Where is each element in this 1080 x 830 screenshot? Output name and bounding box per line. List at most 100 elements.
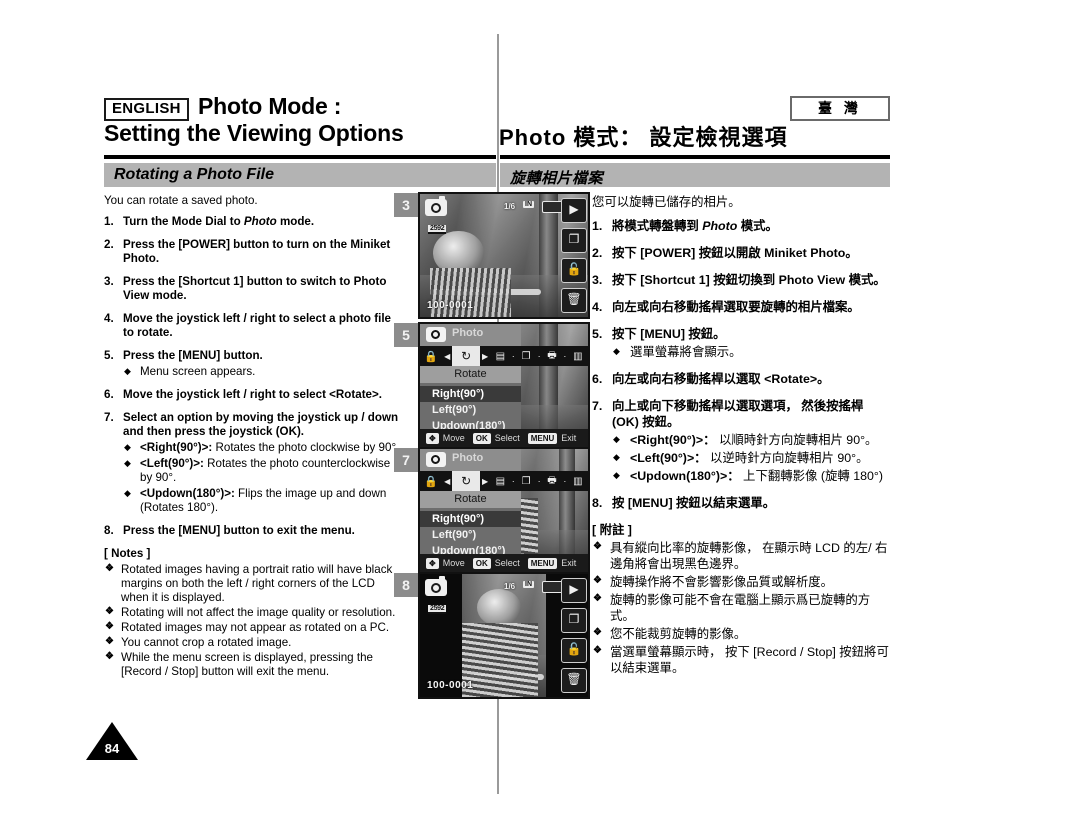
menu-title: Rotate <box>420 366 521 383</box>
note-text: 具有縱向比率的旋轉影像， 在顯示時 LCD 的左/ 右邊角將會出現黑色邊界。 <box>610 541 888 571</box>
intro-text: You can rotate a saved photo. <box>104 194 258 207</box>
delete-trash-icon[interactable]: 🗑 <box>561 668 587 693</box>
dpof-icon[interactable]: ▥ <box>568 476 588 487</box>
resolution-badge: 2592 <box>428 605 447 614</box>
file-number: 100-0001 <box>427 680 474 691</box>
diamond-bullet-icon: ◆ <box>124 488 131 498</box>
step-7: 7. 向上或向下移動搖桿以選取選項， 然後按搖桿 (OK) 按鈕。 ◆ <Right(… <box>592 398 892 484</box>
note-text: While the menu screen is displayed, pres… <box>121 651 373 678</box>
step-text: Move the joystick left / right to select… <box>123 388 382 401</box>
copy-icon[interactable]: ❐ <box>516 476 536 487</box>
camera-icon <box>425 576 447 596</box>
step-number: 2. <box>592 246 603 260</box>
chevron-right-icon[interactable]: ▶ <box>480 352 490 361</box>
photo-counter: 1/6 <box>504 582 516 591</box>
chevron-left-icon[interactable]: ◀ <box>442 477 452 486</box>
rotate-option-label: <Left(90°)>: <box>140 457 204 470</box>
step-text: Select an option by moving the joystick … <box>123 411 399 438</box>
diamond-bullet-icon: ◆ <box>613 346 620 356</box>
note-text: Rotating will not affect the image quali… <box>121 606 396 619</box>
print-icon[interactable]: 🖶 <box>542 473 562 490</box>
step-text: Press the [MENU] button. <box>123 349 263 362</box>
menu-key-hints: ✥ Move OK Select MENU Exit <box>420 554 588 572</box>
diamond-bullet-icon: ◆ <box>124 366 131 376</box>
multi-view-icon[interactable]: ❐ <box>561 608 587 633</box>
menu-option-right90[interactable]: Right(90°) <box>420 386 521 402</box>
menu-icon-row: 🔒 ◀ ↻ ▶ ▤ · ❐ · 🖶 · ▥ <box>420 346 588 366</box>
step-number: 3. <box>104 275 114 288</box>
copy-icon[interactable]: ❐ <box>516 351 536 362</box>
note-1: ❖ 具有縱向比率的旋轉影像， 在顯示時 LCD 的左/ 右邊角將會出現黑色邊界。 <box>592 540 892 572</box>
page-title-en-line1: Photo Mode : <box>198 93 342 119</box>
chevron-right-icon[interactable]: ▶ <box>480 477 490 486</box>
photo-counter: 1/6 <box>504 202 516 211</box>
note-text: 旋轉操作將不會影響影像品質或解析度。 <box>610 575 834 589</box>
step-3: 3. Press the [Shortcut 1] button to switc… <box>104 275 404 303</box>
diamond-bullet-icon: ◆ <box>124 458 131 468</box>
lcd-screenshot-rotate-menu-a: Photo 🔒 ◀ ↻ ▶ ▤ · ❐ · 🖶 · ▥ Rotate Right… <box>418 322 590 449</box>
rotate-icon-selected[interactable]: ↻ <box>452 346 480 366</box>
slideshow-icon[interactable]: ▤ <box>490 351 510 362</box>
language-badge: ENGLISH <box>104 98 189 121</box>
play-icon[interactable]: ▶ <box>561 578 587 603</box>
step-1: 1. 將模式轉盤轉到 Photo 模式。 <box>592 218 892 234</box>
menu-option-left90[interactable]: Left(90°) <box>420 527 521 543</box>
menu-mode-bar: Photo <box>420 324 521 346</box>
region-badge: 臺 灣 <box>790 96 890 121</box>
section-bar-zh: 旋轉相片檔案 <box>500 163 890 187</box>
chevron-left-icon[interactable]: ◀ <box>442 352 452 361</box>
print-icon[interactable]: 🖶 <box>542 348 562 365</box>
note-3: ❖ Rotated images may not appear as rotate… <box>104 621 404 635</box>
delete-trash-icon[interactable]: 🗑 <box>561 288 587 313</box>
diamond-bullet-icon: ◆ <box>124 442 131 452</box>
resolution-badge: 2592 <box>428 225 447 234</box>
note-3: ❖ 旋轉的影像可能不會在電腦上顯示爲已旋轉的方式。 <box>592 592 892 624</box>
note-text: 您不能裁剪旋轉的影像。 <box>610 627 747 641</box>
lock-open-icon[interactable]: 🔓 <box>561 258 587 283</box>
menu-option-right90[interactable]: Right(90°) <box>420 511 521 527</box>
intro-text: 您可以旋轉已儲存的相片。 <box>592 195 741 209</box>
rotate-option-desc: 以逆時針方向旋轉相片 90°。 <box>706 451 869 465</box>
step-5-note: ◆ Menu screen appears. <box>124 365 256 378</box>
menu-key-icon: MENU <box>527 557 558 569</box>
page-header: ENGLISH Photo Mode : Setting the Viewing… <box>104 93 890 154</box>
diamond-bullet-icon: ◆ <box>613 470 620 480</box>
rotate-option-desc: 上下翻轉影像 (旋轉 180°) <box>739 469 883 483</box>
rotate-option-desc: 以順時針方向旋轉相片 90°。 <box>715 433 878 447</box>
step-number: 1. <box>104 215 114 228</box>
slideshow-icon[interactable]: ▤ <box>490 476 510 487</box>
note-text: You cannot crop a rotated image. <box>121 636 292 649</box>
step-5: 5. 按下 [MENU] 按鈕。 ◆ 選單螢幕將會顯示。 <box>592 326 892 360</box>
memory-badge: IN <box>523 581 534 588</box>
step-number: 1. <box>592 219 603 233</box>
hint-exit: Exit <box>561 558 577 568</box>
step-text: 向上或向下移動搖桿以選取選項， 然後按搖桿 (OK) 按鈕。 <box>612 399 864 429</box>
step-1: 1. Turn the Mode Dial to Photo mode. <box>104 215 404 229</box>
section-title-zh: 旋轉相片檔案 <box>510 170 604 187</box>
rotate-option-label: <Updown(180°)>: <box>140 487 235 500</box>
step-text: 按 [MENU] 按鈕以結束選單。 <box>612 496 776 510</box>
step-6: 6. 向左或向右移動搖桿以選取 <Rotate>。 <box>592 371 892 387</box>
step-number: 7. <box>104 411 114 424</box>
step-text: 將模式轉盤轉到 Photo 模式。 <box>612 219 778 233</box>
step-text: 按下 [MENU] 按鈕。 <box>612 327 726 341</box>
dpof-icon[interactable]: ▥ <box>568 351 588 362</box>
multi-view-icon[interactable]: ❐ <box>561 228 587 253</box>
lock-icon[interactable]: 🔒 <box>420 350 442 363</box>
menu-title: Rotate <box>420 491 521 508</box>
step-4: 4. 向左或向右移動搖桿選取要旋轉的相片檔案。 <box>592 299 892 315</box>
joystick-icon: ✥ <box>426 557 439 569</box>
play-icon[interactable]: ▶ <box>561 198 587 223</box>
lock-open-icon[interactable]: 🔓 <box>561 638 587 663</box>
step-text: Press the [POWER] button to turn on the … <box>123 238 391 265</box>
rotate-icon-selected[interactable]: ↻ <box>452 471 480 491</box>
file-number: 100-0001 <box>427 300 474 311</box>
diamond-bullet-icon: ◆ <box>613 452 620 462</box>
hint-move: Move <box>442 558 465 568</box>
note-2: ❖ 旋轉操作將不會影響影像品質或解析度。 <box>592 574 892 590</box>
memory-badge: IN <box>523 201 534 208</box>
menu-option-left90[interactable]: Left(90°) <box>420 402 521 418</box>
hint-select: Select <box>494 433 520 443</box>
cross-bullet-icon: ❖ <box>593 575 602 586</box>
lock-icon[interactable]: 🔒 <box>420 475 442 488</box>
